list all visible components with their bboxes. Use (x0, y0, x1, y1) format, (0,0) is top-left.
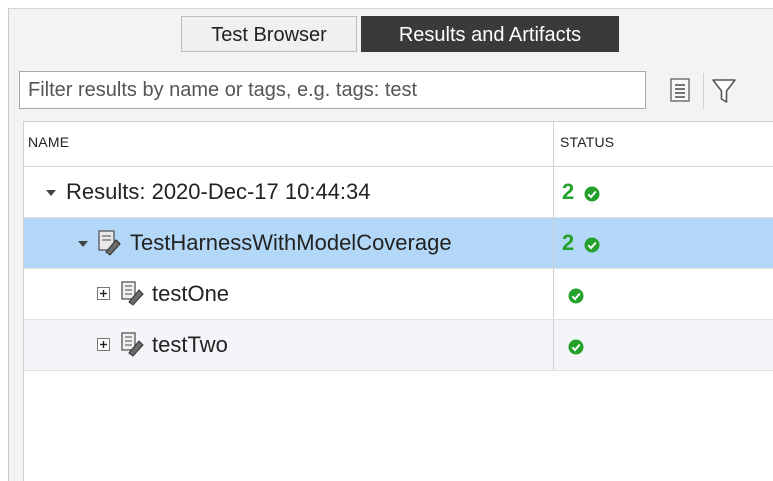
table-row[interactable]: testOne (24, 269, 773, 320)
filter-row (19, 71, 773, 115)
expand-plus-icon[interactable] (97, 338, 110, 351)
table-row[interactable]: testTwo (24, 320, 773, 371)
tab-bar: Test Browser Results and Artifacts (9, 16, 773, 52)
pass-count: 2 (562, 179, 575, 204)
filter-funnel-icon[interactable] (711, 77, 737, 105)
tab-test-browser[interactable]: Test Browser (181, 16, 357, 52)
caret-down-icon[interactable] (44, 187, 58, 199)
pass-check-icon (568, 339, 584, 355)
pass-check-icon (568, 288, 584, 304)
filter-input[interactable] (19, 71, 646, 109)
caret-down-icon[interactable] (76, 238, 90, 250)
test-case-icon (121, 281, 144, 306)
expand-plus-icon[interactable] (97, 287, 110, 300)
status-column-header[interactable]: STATUS (553, 122, 773, 166)
name-column-header[interactable]: NAME (24, 122, 552, 166)
row-label: testOne (152, 281, 230, 306)
table-row-selected[interactable]: TestHarnessWithModelCoverage 2 (24, 218, 773, 269)
pass-check-icon (584, 186, 600, 202)
list-view-icon[interactable] (669, 77, 691, 103)
table-row[interactable]: Results: 2020-Dec-17 10:44:34 2 (24, 167, 773, 218)
results-panel: Test Browser Results and Artifacts NAME … (8, 8, 773, 481)
pass-check-icon (584, 237, 600, 253)
row-label: Results: 2020-Dec-17 10:44:34 (66, 179, 371, 204)
toolbar-separator (703, 73, 704, 109)
results-table: NAME STATUS Results: 2020-Dec-17 10:44:3… (23, 121, 773, 481)
row-label: TestHarnessWithModelCoverage (130, 230, 452, 255)
pass-count: 2 (562, 230, 575, 255)
test-file-icon (98, 230, 121, 256)
tab-results-and-artifacts[interactable]: Results and Artifacts (361, 16, 619, 52)
test-case-icon (121, 332, 144, 357)
table-header: NAME STATUS (24, 122, 773, 167)
row-label: testTwo (152, 332, 228, 357)
